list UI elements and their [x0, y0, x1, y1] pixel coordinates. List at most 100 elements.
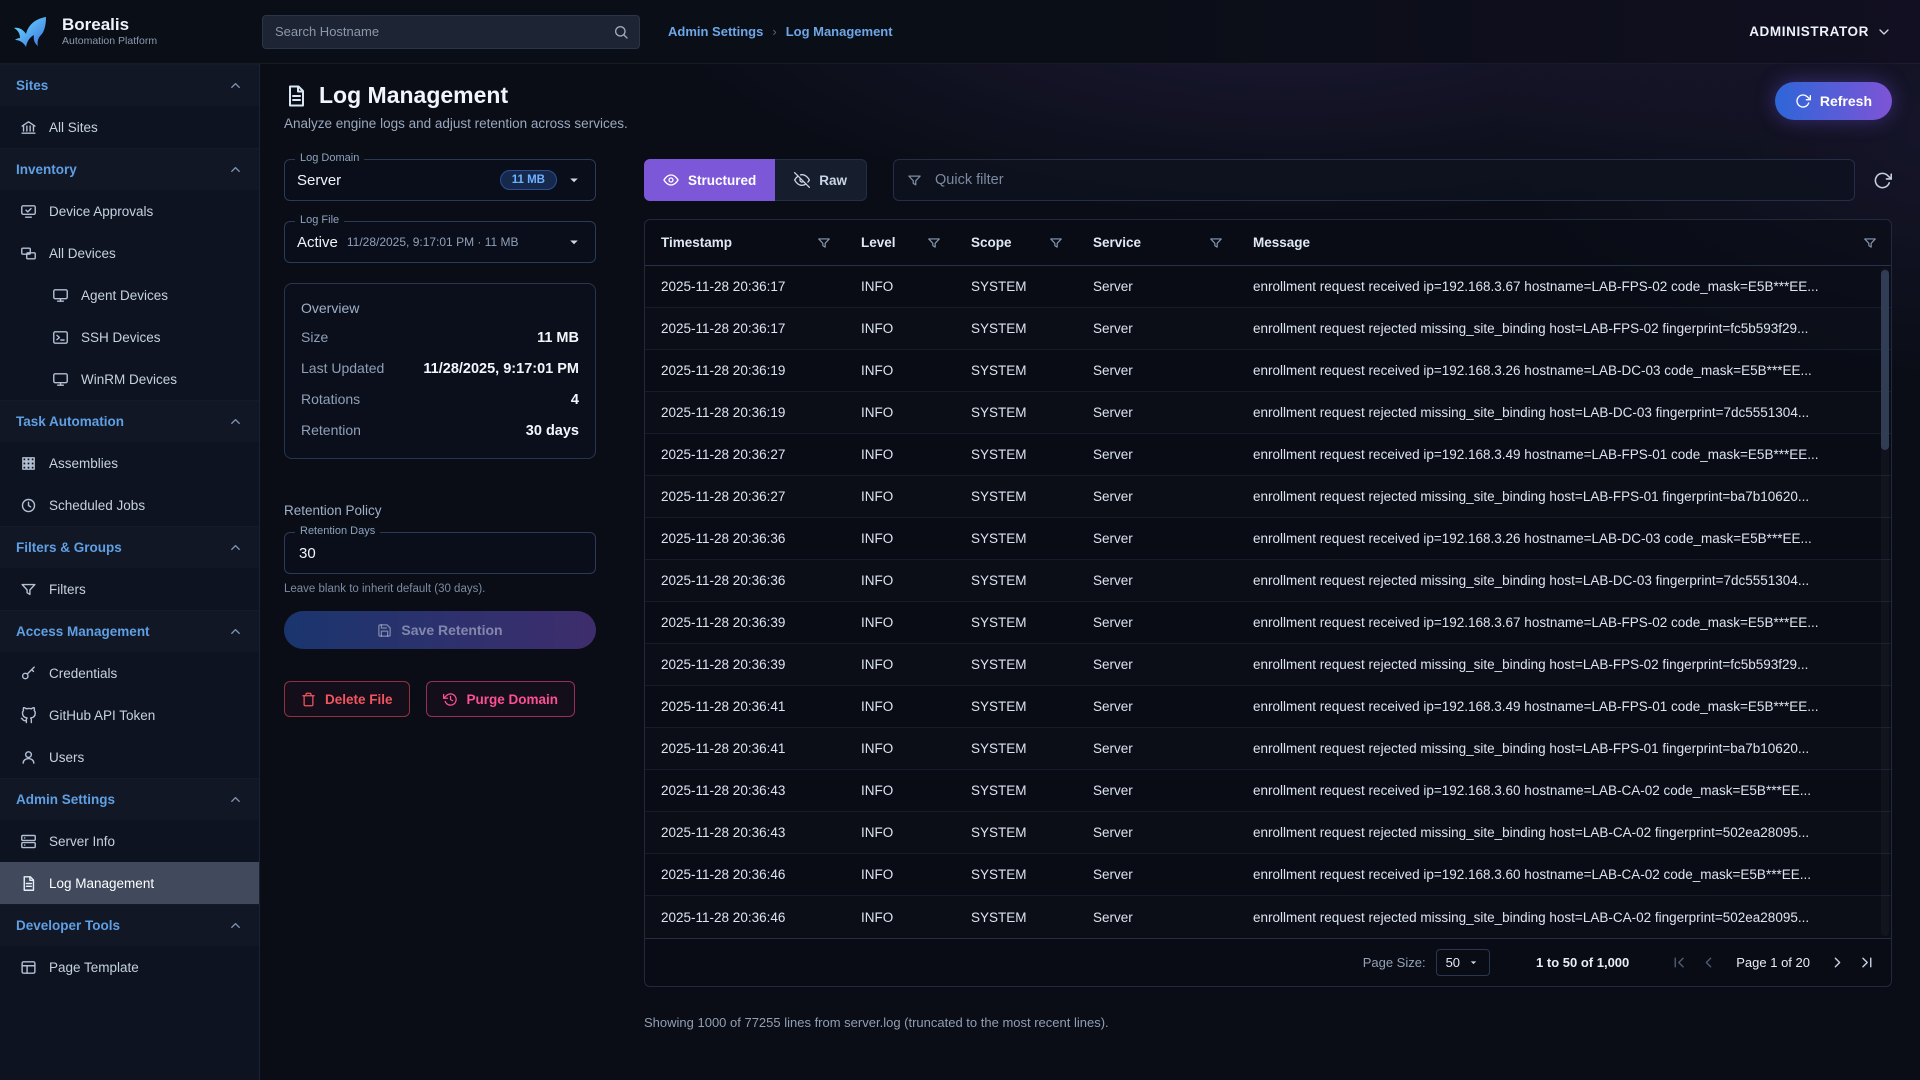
caret-down-icon — [565, 233, 583, 251]
table-row[interactable]: 2025-11-28 20:36:27INFOSYSTEMServerenrol… — [645, 476, 1891, 518]
sidebar-item-filters[interactable]: Filters — [0, 568, 259, 610]
log-domain-select[interactable]: Log Domain Server 11 MB — [284, 159, 596, 201]
table-row[interactable]: 2025-11-28 20:36:19INFOSYSTEMServerenrol… — [645, 392, 1891, 434]
table-row[interactable]: 2025-11-28 20:36:43INFOSYSTEMServerenrol… — [645, 812, 1891, 854]
sidebar-item-users[interactable]: Users — [0, 736, 259, 778]
cell-scope: SYSTEM — [955, 363, 1077, 378]
table-row[interactable]: 2025-11-28 20:36:17INFOSYSTEMServerenrol… — [645, 308, 1891, 350]
table-refresh-button[interactable] — [1873, 171, 1892, 190]
retention-days-field[interactable]: Retention Days — [284, 532, 596, 574]
sidebar-section-task-automation[interactable]: Task Automation — [0, 400, 259, 442]
sidebar-section-access-management[interactable]: Access Management — [0, 610, 259, 652]
sidebar-item-assemblies[interactable]: Assemblies — [0, 442, 259, 484]
eye-icon — [663, 172, 679, 188]
scrollbar[interactable] — [1881, 268, 1889, 936]
view-toggle-structured[interactable]: Structured — [644, 159, 775, 201]
sidebar-section-filters-groups[interactable]: Filters & Groups — [0, 526, 259, 568]
scrollbar-thumb[interactable] — [1881, 270, 1889, 450]
view-toggle-raw[interactable]: Raw — [775, 159, 867, 201]
sidebar-item-page-template[interactable]: Page Template — [0, 946, 259, 988]
log-file-select[interactable]: Log File Active 11/28/2025, 9:17:01 PM ·… — [284, 221, 596, 263]
cell-message: enrollment request received ip=192.168.3… — [1237, 531, 1891, 546]
table-row[interactable]: 2025-11-28 20:36:41INFOSYSTEMServerenrol… — [645, 686, 1891, 728]
sidebar-section-sites[interactable]: Sites — [0, 64, 259, 106]
sidebar-section-developer-tools[interactable]: Developer Tools — [0, 904, 259, 946]
retention-days-label: Retention Days — [295, 525, 380, 537]
breadcrumb-item-log-management[interactable]: Log Management — [786, 24, 893, 39]
hostname-search[interactable] — [262, 15, 640, 49]
cell-message: enrollment request received ip=192.168.3… — [1237, 783, 1891, 798]
sidebar-item-device-approvals[interactable]: Device Approvals — [0, 190, 259, 232]
cell-message: enrollment request rejected missing_site… — [1237, 405, 1891, 420]
cell-level: INFO — [845, 531, 955, 546]
search-input[interactable] — [273, 23, 613, 40]
sidebar-item-server-info[interactable]: Server Info — [0, 820, 259, 862]
table-row[interactable]: 2025-11-28 20:36:36INFOSYSTEMServerenrol… — [645, 560, 1891, 602]
next-page-button[interactable] — [1829, 954, 1846, 971]
table-row[interactable]: 2025-11-28 20:36:39INFOSYSTEMServerenrol… — [645, 602, 1891, 644]
sidebar-item-winrm-devices[interactable]: WinRM Devices — [0, 358, 259, 400]
retention-days-input[interactable] — [297, 544, 583, 563]
sidebar-section-inventory[interactable]: Inventory — [0, 148, 259, 190]
page-size-select[interactable]: 50 — [1436, 949, 1490, 976]
caret-down-icon — [565, 171, 583, 189]
breadcrumb-item-admin-settings[interactable]: Admin Settings — [668, 24, 763, 39]
table-row[interactable]: 2025-11-28 20:36:39INFOSYSTEMServerenrol… — [645, 644, 1891, 686]
cell-scope: SYSTEM — [955, 279, 1077, 294]
filter-icon[interactable] — [1049, 236, 1063, 250]
table-row[interactable]: 2025-11-28 20:36:27INFOSYSTEMServerenrol… — [645, 434, 1891, 476]
sidebar-section-admin-settings[interactable]: Admin Settings — [0, 778, 259, 820]
cell-scope: SYSTEM — [955, 531, 1077, 546]
refresh-button[interactable]: Refresh — [1775, 82, 1892, 120]
sidebar-item-agent-devices[interactable]: Agent Devices — [0, 274, 259, 316]
quick-filter-input[interactable] — [933, 171, 1841, 189]
log-controls: Log Domain Server 11 MB Log File Active … — [284, 159, 596, 1030]
column-header-service: Service — [1077, 220, 1237, 265]
table-body: 2025-11-28 20:36:17INFOSYSTEMServerenrol… — [645, 266, 1891, 938]
sidebar-item-scheduled-jobs[interactable]: Scheduled Jobs — [0, 484, 259, 526]
quick-filter[interactable] — [893, 159, 1855, 201]
log-file-label: Log File — [295, 214, 344, 226]
sidebar-item-all-sites[interactable]: All Sites — [0, 106, 259, 148]
chevron-up-icon — [228, 918, 243, 933]
table-row[interactable]: 2025-11-28 20:36:41INFOSYSTEMServerenrol… — [645, 728, 1891, 770]
cell-level: INFO — [845, 867, 955, 882]
table-row[interactable]: 2025-11-28 20:36:36INFOSYSTEMServerenrol… — [645, 518, 1891, 560]
chevron-up-icon — [228, 540, 243, 555]
filter-icon[interactable] — [817, 236, 831, 250]
cell-timestamp: 2025-11-28 20:36:19 — [645, 363, 845, 378]
table-row[interactable]: 2025-11-28 20:36:46INFOSYSTEMServerenrol… — [645, 896, 1891, 938]
first-page-button[interactable] — [1671, 954, 1688, 971]
user-menu-button[interactable]: ADMINISTRATOR — [1749, 24, 1892, 40]
cell-level: INFO — [845, 447, 955, 462]
sidebar-item-credentials[interactable]: Credentials — [0, 652, 259, 694]
cell-message: enrollment request received ip=192.168.3… — [1237, 363, 1891, 378]
purge-domain-button[interactable]: Purge Domain — [426, 681, 576, 717]
table-row[interactable]: 2025-11-28 20:36:19INFOSYSTEMServerenrol… — [645, 350, 1891, 392]
page-size-value: 50 — [1446, 955, 1460, 970]
cell-service: Server — [1077, 447, 1237, 462]
cell-scope: SYSTEM — [955, 699, 1077, 714]
sidebar-item-log-management[interactable]: Log Management — [0, 862, 259, 904]
cell-timestamp: 2025-11-28 20:36:27 — [645, 489, 845, 504]
table-row[interactable]: 2025-11-28 20:36:17INFOSYSTEMServerenrol… — [645, 266, 1891, 308]
save-retention-button[interactable]: Save Retention — [284, 611, 596, 649]
filter-icon[interactable] — [1863, 236, 1877, 250]
cell-service: Server — [1077, 825, 1237, 840]
delete-file-button[interactable]: Delete File — [284, 681, 410, 717]
filter-icon[interactable] — [927, 236, 941, 250]
brand-text: Borealis Automation Platform — [62, 16, 157, 47]
overview-row: Retention30 days — [301, 415, 579, 446]
sidebar-item-ssh-devices[interactable]: SSH Devices — [0, 316, 259, 358]
page-subtitle: Analyze engine logs and adjust retention… — [284, 116, 628, 131]
cell-scope: SYSTEM — [955, 741, 1077, 756]
filter-icon[interactable] — [1209, 236, 1223, 250]
table-row[interactable]: 2025-11-28 20:36:46INFOSYSTEMServerenrol… — [645, 854, 1891, 896]
brand[interactable]: Borealis Automation Platform — [0, 12, 260, 52]
prev-page-button[interactable] — [1700, 954, 1717, 971]
sidebar-item-github-api-token[interactable]: GitHub API Token — [0, 694, 259, 736]
caret-down-icon — [1467, 956, 1480, 969]
last-page-button[interactable] — [1858, 954, 1875, 971]
sidebar-item-all-devices[interactable]: All Devices — [0, 232, 259, 274]
table-row[interactable]: 2025-11-28 20:36:43INFOSYSTEMServerenrol… — [645, 770, 1891, 812]
